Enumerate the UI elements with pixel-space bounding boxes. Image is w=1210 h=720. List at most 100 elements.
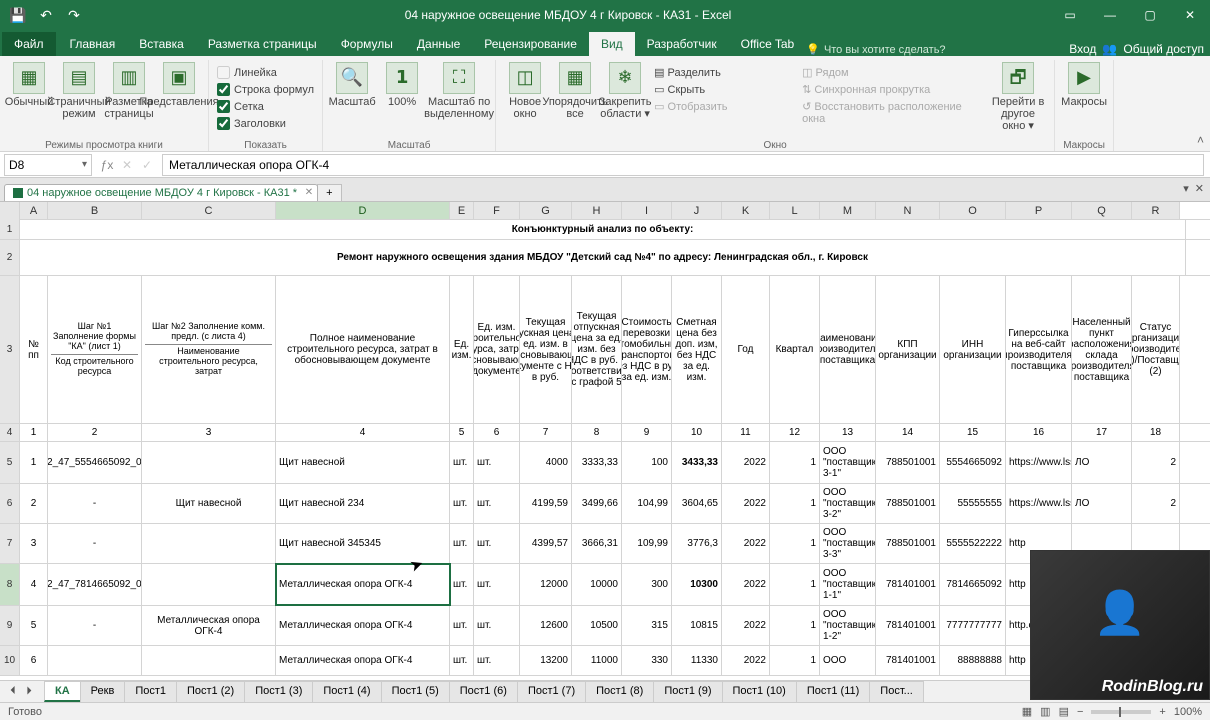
cell[interactable]: Населенный пункт расположения склада про… (1072, 276, 1132, 423)
cell[interactable]: 1 (20, 442, 48, 483)
cell[interactable]: Металлическая опора ОГК-4 (276, 646, 450, 675)
cell[interactable]: 3 (20, 524, 48, 563)
redo-icon[interactable]: ↷ (62, 3, 86, 27)
sheet-tab[interactable]: Пост1 (4) (312, 681, 381, 702)
name-box[interactable]: D8▾ (4, 154, 92, 176)
headings-checkbox[interactable]: Заголовки (217, 117, 314, 130)
cell[interactable] (142, 442, 276, 483)
cell[interactable]: 2022 (722, 606, 770, 645)
row-header-2[interactable]: 2 (0, 240, 20, 275)
sheet-tab[interactable]: Пост1 (124, 681, 177, 702)
cell[interactable]: шт. (474, 564, 520, 605)
cell[interactable]: 2022 (722, 646, 770, 675)
cell[interactable]: Шаг №2 Заполнение комм. предл. (с листа … (142, 276, 276, 423)
cell[interactable]: шт. (450, 442, 474, 483)
cell[interactable]: шт. (450, 606, 474, 645)
cell[interactable]: 109,99 (622, 524, 672, 563)
cell[interactable] (142, 564, 276, 605)
tab-developer[interactable]: Разработчик (635, 32, 729, 56)
col-header-R[interactable]: R (1132, 202, 1180, 219)
cell[interactable]: - (48, 524, 142, 563)
formula-input[interactable]: Металлическая опора ОГК-4 (162, 154, 1204, 176)
cell[interactable]: 5554665092 (940, 442, 1006, 483)
cell[interactable]: 12 (770, 424, 820, 441)
cell[interactable]: 10500 (572, 606, 622, 645)
col-header-D[interactable]: D (276, 202, 450, 219)
cell[interactable]: 788501001 (876, 484, 940, 523)
cell[interactable]: 10815 (672, 606, 722, 645)
cell[interactable]: ООО "поставщик 3-1" (820, 442, 876, 483)
sheet-tab[interactable]: Пост1 (2) (176, 681, 245, 702)
sheet-tab[interactable]: Пост... (869, 681, 924, 702)
cell[interactable]: Гиперссылка на веб-сайт производителя/по… (1006, 276, 1072, 423)
cell[interactable]: КПП организации (876, 276, 940, 423)
cell[interactable]: № пп (20, 276, 48, 423)
cell[interactable]: 1 (770, 442, 820, 483)
row-header-6[interactable]: 6 (0, 484, 20, 523)
cell[interactable]: https://www.lsst.ru/ (1006, 484, 1072, 523)
cell[interactable]: 3433,33 (672, 442, 722, 483)
row-header-4[interactable]: 4 (0, 424, 20, 441)
row-header-8[interactable]: 8 (0, 564, 20, 605)
cell[interactable]: 10000 (572, 564, 622, 605)
cell[interactable]: Наименование производителя/поставщика (820, 276, 876, 423)
cell[interactable]: Металлическая опора ОГК-4 (142, 606, 276, 645)
col-header-G[interactable]: G (520, 202, 572, 219)
col-header-N[interactable]: N (876, 202, 940, 219)
close-tab-icon[interactable]: ✕ (305, 187, 313, 198)
cell[interactable]: Металлическая опора ОГК-4 (276, 564, 450, 605)
share-button[interactable]: Общий доступ (1123, 42, 1204, 56)
cell[interactable]: 2 (1132, 442, 1180, 483)
tab-insert[interactable]: Вставка (127, 32, 196, 56)
col-header-J[interactable]: J (672, 202, 722, 219)
cell[interactable]: ООО "поставщик 3-3" (820, 524, 876, 563)
cell[interactable]: 330 (622, 646, 672, 675)
cell[interactable]: ООО "поставщик 3-2" (820, 484, 876, 523)
col-header-O[interactable]: O (940, 202, 1006, 219)
row-header-3[interactable]: 3 (0, 276, 20, 423)
col-header-Q[interactable]: Q (1072, 202, 1132, 219)
cell[interactable]: Сметная цена без доп. изм, без НДС за ед… (672, 276, 722, 423)
col-header-F[interactable]: F (474, 202, 520, 219)
sheet-tab[interactable]: Пост1 (9) (653, 681, 722, 702)
cell[interactable]: 11 (722, 424, 770, 441)
formulabar-checkbox[interactable]: Строка формул (217, 83, 314, 96)
cell[interactable]: Квартал (770, 276, 820, 423)
cell[interactable]: 2022 (722, 564, 770, 605)
cell[interactable]: 2022 (722, 524, 770, 563)
cell[interactable]: Конъюнктурный анализ по объекту: (20, 220, 1186, 239)
cell[interactable]: Щит навесной 234 (276, 484, 450, 523)
col-header-M[interactable]: M (820, 202, 876, 219)
view-pagebreak-button[interactable]: ▤Страничный режим (58, 62, 100, 120)
cell[interactable]: ООО "поставщик 1-1" (820, 564, 876, 605)
cell[interactable]: Металлическая опора ОГК-4 (276, 606, 450, 645)
cell[interactable]: 1 (770, 524, 820, 563)
cell[interactable]: 3776,3 (672, 524, 722, 563)
cell[interactable]: 6 (20, 646, 48, 675)
macros-button[interactable]: ▶Макросы (1063, 62, 1105, 108)
cell[interactable] (142, 646, 276, 675)
zoom-selection-button[interactable]: ⛶Масштаб по выделенному (431, 62, 487, 120)
chevron-down-icon[interactable]: ▾ (82, 159, 87, 170)
sheet-tab[interactable]: Пост1 (8) (585, 681, 654, 702)
tab-home[interactable]: Главная (58, 32, 128, 56)
cell[interactable]: Ед. изм. (450, 276, 474, 423)
sheet-tab[interactable]: КА (44, 681, 81, 702)
arrange-button[interactable]: ▦Упорядочить все (554, 62, 596, 120)
tab-view[interactable]: Вид (589, 32, 635, 56)
cell[interactable]: 1 (770, 484, 820, 523)
cell[interactable]: шт. (450, 484, 474, 523)
cell[interactable]: Шаг №1 Заполнение формы "КА" (лист 1)Код… (48, 276, 142, 423)
cell[interactable]: 13 (820, 424, 876, 441)
zoom-100-button[interactable]: 𝟭100% (381, 62, 423, 108)
col-header-A[interactable]: A (20, 202, 48, 219)
sheet-tab[interactable]: Пост1 (7) (517, 681, 586, 702)
zoom-button[interactable]: 🔍Масштаб (331, 62, 373, 108)
gridlines-checkbox[interactable]: Сетка (217, 100, 314, 113)
cell[interactable]: 55555555 (940, 484, 1006, 523)
cell[interactable]: 4 (276, 424, 450, 441)
cell[interactable]: ЛО (1072, 484, 1132, 523)
cell[interactable]: 781401001 (876, 564, 940, 605)
cell[interactable]: шт. (450, 564, 474, 605)
col-header-L[interactable]: L (770, 202, 820, 219)
